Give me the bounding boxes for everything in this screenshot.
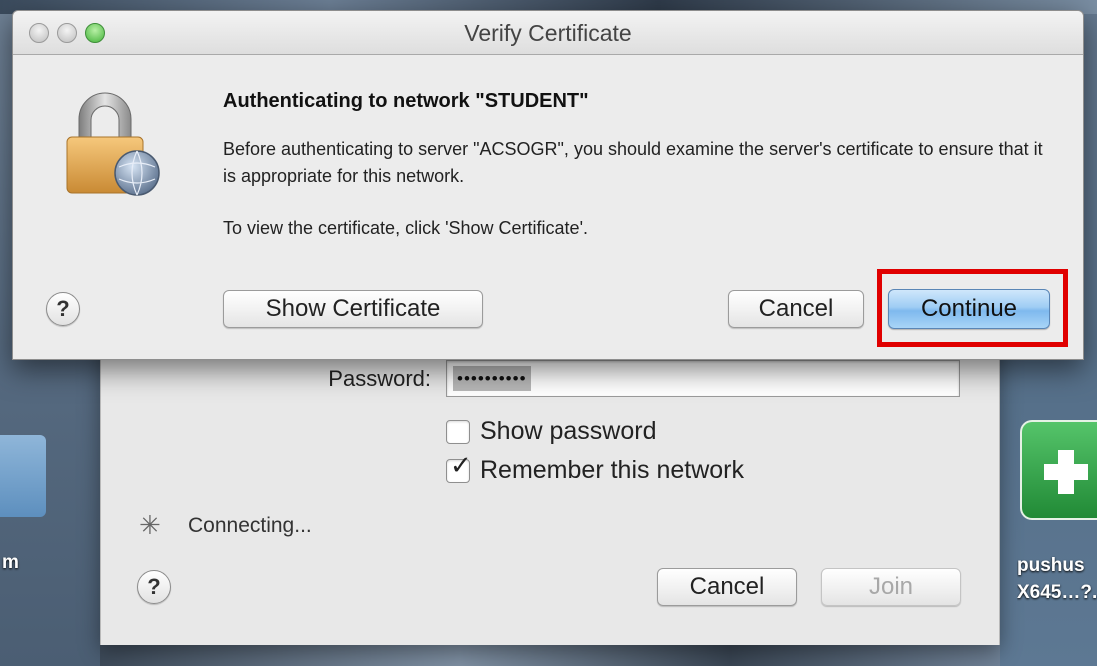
password-value: •••••••••• <box>453 366 531 391</box>
window-title: Verify Certificate <box>464 20 632 46</box>
show-password-checkbox[interactable] <box>446 419 470 444</box>
password-field[interactable]: •••••••••• <box>446 360 960 397</box>
checkmark-icon: ✓ <box>450 449 472 480</box>
remember-network-label: Remember this network <box>480 456 744 484</box>
connection-status: Connecting... <box>188 514 312 537</box>
dialog-heading: Authenticating to network "STUDENT" <box>223 90 589 112</box>
show-password-label: Show password <box>480 417 657 445</box>
desktop-right-label: pushus X645…?. <box>1017 552 1097 606</box>
show-password-row[interactable]: Show password <box>446 417 656 446</box>
desktop-right-label-line2: X645…?. <box>1017 582 1097 603</box>
cancel-join-button[interactable]: Cancel <box>657 568 797 606</box>
remember-network-checkbox[interactable]: ✓ <box>446 452 472 483</box>
dialog-instruction: To view the certificate, click 'Show Cer… <box>223 218 589 238</box>
desktop-left-label: m <box>2 552 19 573</box>
plus-icon-horizontal <box>1044 464 1088 480</box>
spinner-icon: ✳ <box>139 510 161 540</box>
remember-network-row[interactable]: ✓ Remember this network <box>446 452 744 485</box>
highlight-annotation <box>877 269 1068 347</box>
show-certificate-button[interactable]: Show Certificate <box>223 290 483 328</box>
lock-icon <box>66 92 160 196</box>
add-app-icon[interactable] <box>1020 420 1097 520</box>
cancel-button[interactable]: Cancel <box>728 290 864 328</box>
desktop-strip-bottom <box>100 645 1000 666</box>
help-button[interactable]: ? <box>137 570 171 604</box>
password-label: Password: <box>328 366 431 391</box>
dialog-message: Before authenticating to server "ACSOGR"… <box>223 139 1043 186</box>
desktop-right-label-line1: pushus <box>1017 555 1085 576</box>
join-button[interactable]: Join <box>821 568 961 606</box>
title-bar[interactable]: Verify Certificate <box>13 11 1083 55</box>
help-button[interactable]: ? <box>46 292 80 326</box>
folder-icon[interactable] <box>0 435 46 517</box>
